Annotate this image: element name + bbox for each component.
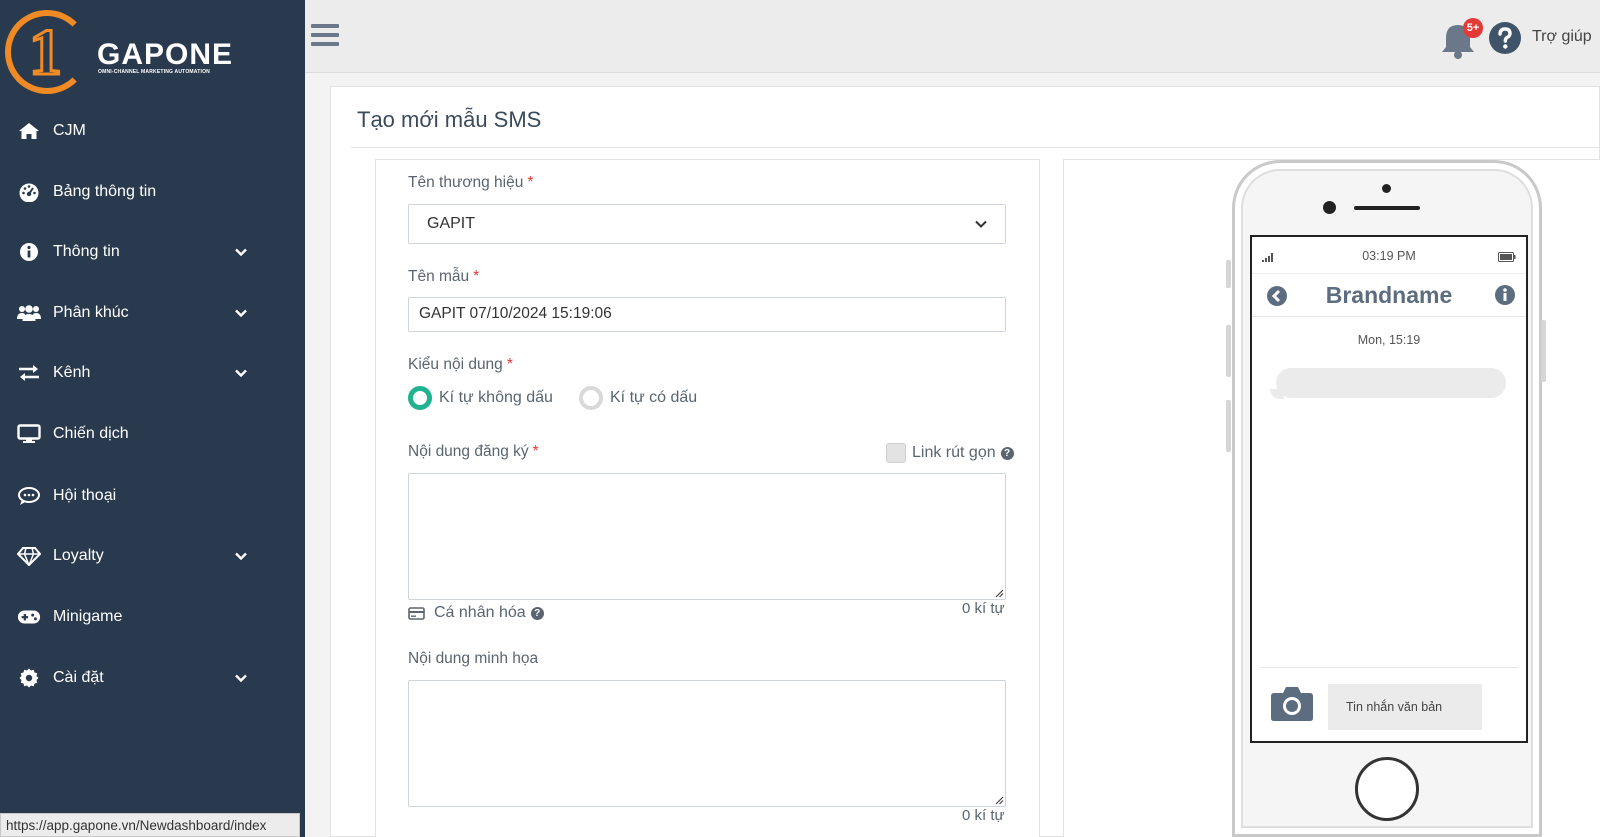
short-link-label: Link rút gọn <box>912 444 996 461</box>
sample-content-label: Nội dung minh họa <box>408 650 539 667</box>
radio-button[interactable] <box>579 386 603 410</box>
radio-label: Kí tự có dấu <box>610 389 698 406</box>
register-content-label: Nội dung đăng ký * <box>408 443 539 460</box>
battery-icon <box>1498 251 1516 265</box>
brand-select[interactable]: GAPIT <box>408 204 1006 244</box>
sidebar-item-label: Thông tin <box>53 243 120 260</box>
sidebar-item-label: Minigame <box>53 608 123 625</box>
sidebar-item-label: Phân khúc <box>53 304 129 321</box>
radio-label: Kí tự không dấu <box>439 389 553 406</box>
notification-badge: 5+ <box>1463 18 1483 38</box>
home-icon <box>17 122 41 140</box>
template-name-label: Tên mẫu * <box>408 268 480 285</box>
resize-handle-icon[interactable] <box>994 588 1004 598</box>
info-circle-icon[interactable] <box>1494 284 1516 306</box>
phone-sensor <box>1382 184 1391 193</box>
sidebar-item-channels[interactable]: Kênh <box>0 350 305 396</box>
phone-side-button <box>1226 400 1231 452</box>
sms-template-form: Tên thương hiệu * GAPIT Tên mẫu * GAPIT 07… <box>375 159 1040 837</box>
logo-brand: GAPONE <box>97 38 234 71</box>
chevron-down-icon <box>975 215 987 233</box>
sidebar-item-label: CJM <box>53 122 86 139</box>
phone-time: 03:19 PM <box>1362 249 1416 263</box>
sidebar-item-segments[interactable]: Phân khúc <box>0 290 305 336</box>
sidebar-item-label: Chiến dịch <box>53 425 129 442</box>
camera-icon[interactable] <box>1270 685 1314 723</box>
help-link[interactable]: Trợ giúp <box>1532 28 1592 46</box>
help-circle-icon[interactable] <box>1488 21 1522 55</box>
short-link-option[interactable]: Link rút gọn ? <box>886 443 1014 463</box>
logo-tagline: OMNI-CHANNEL MARKETING AUTOMATION <box>98 69 210 75</box>
phone-side-button <box>1226 260 1231 288</box>
personalize-option[interactable]: Cá nhân hóa ? <box>408 604 544 622</box>
phone-screen: 03:19 PM Brandname Mon, 15:19 Tin nhắn v… <box>1250 235 1528 743</box>
register-content-counter: 0 kí tự <box>962 600 1005 617</box>
users-icon <box>17 304 41 322</box>
phone-status-bar: 03:19 PM <box>1252 237 1526 273</box>
sidebar-item-campaigns[interactable]: Chiến dịch <box>0 411 305 457</box>
question-circle-icon[interactable]: ? <box>1000 446 1014 460</box>
sidebar-item-minigame[interactable]: Minigame <box>0 594 305 640</box>
chevron-down-icon <box>234 369 248 377</box>
sidebar: 1 GAPONE OMNI-CHANNEL MARKETING AUTOMATI… <box>0 0 305 837</box>
chevron-down-icon <box>234 674 248 682</box>
message-bubble <box>1276 368 1506 398</box>
sidebar-item-label: Cài đặt <box>53 669 104 686</box>
personalize-label: Cá nhân hóa <box>434 604 526 621</box>
sidebar-item-info[interactable]: Thông tin <box>0 229 305 275</box>
browser-status-url: https://app.gapone.vn/Newdashboard/index <box>0 813 300 837</box>
gear-icon <box>17 668 41 688</box>
hamburger-menu-icon[interactable] <box>311 24 339 46</box>
sidebar-item-cjm[interactable]: CJM <box>0 108 305 154</box>
exchange-arrows-icon <box>17 364 41 382</box>
template-name-input[interactable]: GAPIT 07/10/2024 15:19:06 <box>408 297 1006 332</box>
phone-front-camera <box>1323 201 1336 214</box>
resize-handle-icon[interactable] <box>994 795 1004 805</box>
gapone-logo[interactable]: 1 GAPONE OMNI-CHANNEL MARKETING AUTOMATI… <box>5 10 295 100</box>
radio-unaccented[interactable]: Kí tự không dấu <box>408 386 553 410</box>
sidebar-item-label: Hội thoại <box>53 487 117 504</box>
sidebar-item-dashboard[interactable]: Bảng thông tin <box>0 169 305 215</box>
sample-content-counter: 0 kí tự <box>962 807 1005 824</box>
sidebar-item-label: Loyalty <box>53 547 104 564</box>
phone-home-button <box>1355 757 1419 821</box>
message-text-input[interactable]: Tin nhắn văn bản <box>1328 684 1482 730</box>
page-title: Tạo mới mẫu SMS <box>357 107 542 132</box>
topbar: 5+ Trợ giúp <box>305 0 1600 73</box>
brand-label: Tên thương hiệu * <box>408 174 534 191</box>
chevron-down-icon <box>234 552 248 560</box>
sidebar-item-loyalty[interactable]: Loyalty <box>0 533 305 579</box>
logo-mark: 1 <box>28 16 64 89</box>
title-divider <box>351 147 1600 148</box>
sample-content-textarea[interactable] <box>408 680 1006 807</box>
brand-select-value: GAPIT <box>427 215 476 232</box>
dashboard-gauge-icon <box>17 182 41 202</box>
content-type-label: Kiểu nội dung * <box>408 356 513 373</box>
diamond-icon <box>17 546 41 566</box>
sidebar-item-label: Kênh <box>53 364 91 381</box>
chat-bubble-icon <box>17 486 41 506</box>
monitor-icon <box>17 424 41 444</box>
chat-contact-name: Brandname <box>1325 282 1453 308</box>
chevron-down-icon <box>234 248 248 256</box>
register-content-textarea[interactable] <box>408 473 1006 600</box>
info-circle-icon <box>17 242 41 262</box>
phone-speaker <box>1354 206 1420 210</box>
radio-button-selected[interactable] <box>408 386 432 410</box>
gamepad-icon <box>17 609 41 625</box>
phone-side-button <box>1226 325 1231 377</box>
phone-side-button <box>1541 320 1546 382</box>
question-circle-icon[interactable]: ? <box>530 606 544 620</box>
sidebar-item-settings[interactable]: Cài đặt <box>0 655 305 701</box>
chat-date-stamp: Mon, 15:19 <box>1357 333 1421 347</box>
sidebar-item-label: Bảng thông tin <box>53 183 157 200</box>
sidebar-item-conversations[interactable]: Hội thoại <box>0 473 305 519</box>
chevron-down-icon <box>234 309 248 317</box>
short-link-checkbox[interactable] <box>886 443 906 463</box>
radio-accented[interactable]: Kí tự có dấu <box>579 386 697 410</box>
chat-header: Brandname <box>1252 273 1526 317</box>
id-card-icon <box>408 606 425 620</box>
composer-divider <box>1260 667 1518 668</box>
